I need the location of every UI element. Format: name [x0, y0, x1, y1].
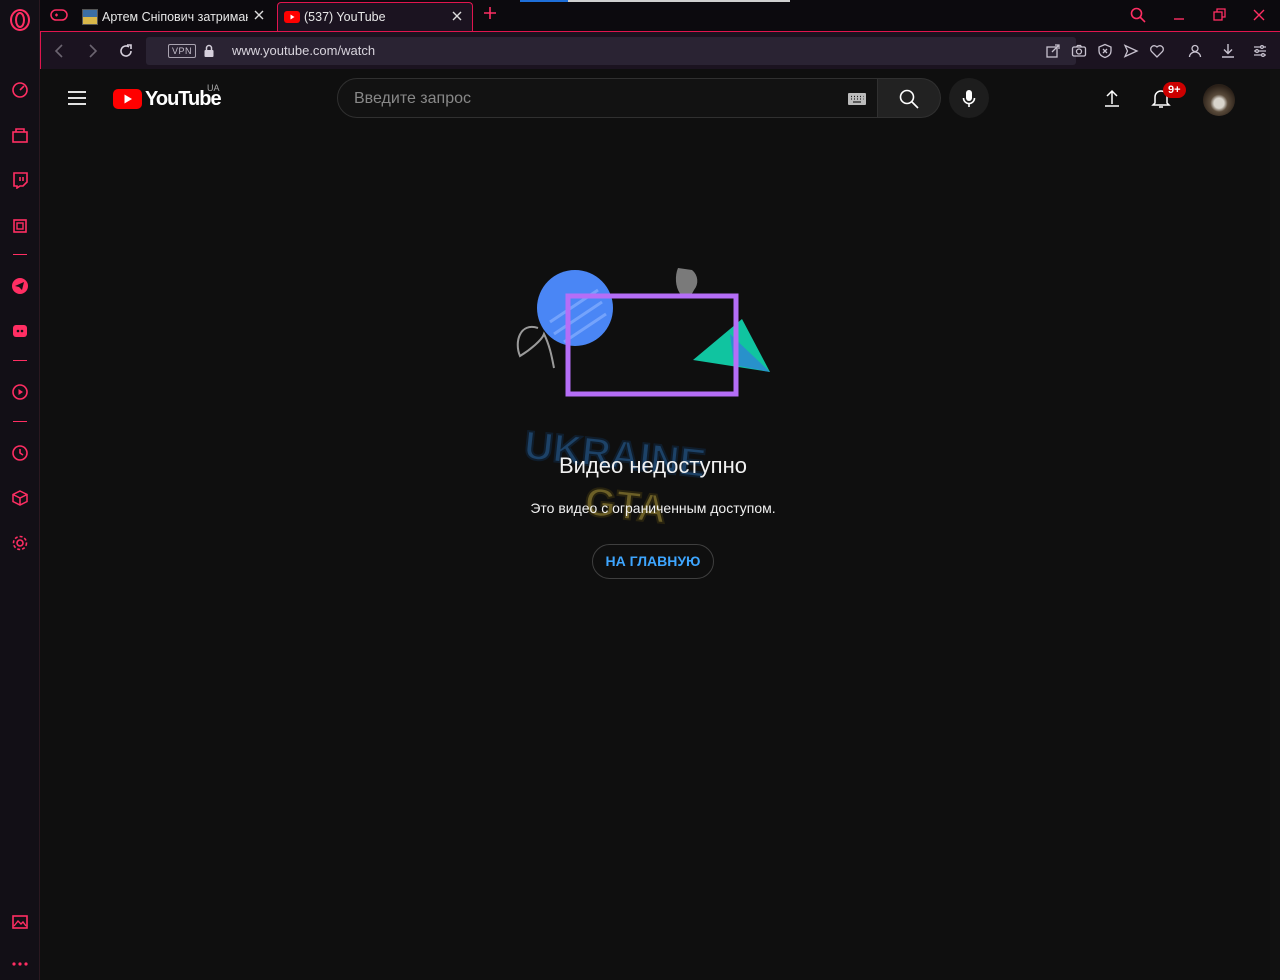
bookmark-heart-icon[interactable]	[1149, 43, 1165, 59]
upload-icon[interactable]	[1100, 86, 1124, 110]
notification-badge: 9+	[1163, 82, 1186, 98]
grey-shape	[675, 268, 698, 297]
error-title: Видео недоступно	[559, 453, 747, 478]
adblock-icon[interactable]	[1097, 43, 1113, 59]
history-icon[interactable]	[8, 441, 32, 465]
search-tabs-icon[interactable]	[1129, 6, 1149, 24]
tab-title: Артем Сніпович затриман	[102, 9, 248, 24]
twitch-icon[interactable]	[8, 168, 32, 192]
guide-menu-icon[interactable]	[65, 86, 89, 110]
extensions-icon[interactable]	[8, 486, 32, 510]
site-favicon-icon	[82, 8, 98, 25]
unavailable-illustration	[516, 268, 770, 397]
wallpaper-icon[interactable]	[8, 910, 32, 934]
gx-store-icon[interactable]	[8, 123, 32, 147]
youtube-favicon-icon	[284, 11, 300, 23]
speed-dial-icon[interactable]	[8, 78, 32, 102]
tab-strip: Артем Сніпович затриман (537) YouTube	[40, 0, 1280, 31]
go-home-button[interactable]: НА ГЛАВНУЮ	[592, 544, 714, 579]
keyboard-icon[interactable]	[847, 92, 867, 106]
forward-icon[interactable]	[83, 42, 101, 60]
close-tab-icon[interactable]	[252, 8, 266, 22]
snapshot-icon[interactable]	[1071, 43, 1087, 59]
error-message: Это видео с ограниченным доступом.	[530, 500, 776, 516]
minimize-icon[interactable]	[1170, 6, 1190, 24]
search-input[interactable]: Введите запрос	[337, 78, 878, 118]
new-tab-button[interactable]	[482, 5, 498, 21]
discord-icon[interactable]	[8, 319, 32, 343]
downloads-icon[interactable]	[1219, 42, 1237, 60]
tab-loading-indicator	[520, 0, 568, 2]
address-bar-row: VPN www.youtube.com/watch	[40, 31, 1280, 69]
share-icon[interactable]	[1045, 43, 1061, 59]
tab-loading-indicator	[568, 0, 790, 2]
url-text[interactable]: www.youtube.com/watch	[232, 43, 375, 58]
close-window-icon[interactable]	[1250, 6, 1270, 24]
settings-gear-icon[interactable]	[8, 531, 32, 555]
browser-sidebar	[0, 0, 40, 980]
profile-icon[interactable]	[1186, 42, 1204, 60]
microphone-icon	[962, 90, 976, 107]
blue-planet-shape	[537, 270, 613, 346]
ukraine-gta-watermark: UKRAINE GTA	[521, 425, 709, 533]
sidebar-separator	[13, 254, 27, 255]
screen: Артем Сніпович затриман (537) YouTube VP…	[0, 0, 1280, 980]
gamepad-icon[interactable]	[50, 8, 68, 22]
lock-icon[interactable]	[203, 44, 215, 58]
vpn-badge[interactable]: VPN	[168, 44, 197, 58]
more-icon[interactable]	[8, 952, 32, 976]
reload-icon[interactable]	[117, 42, 135, 60]
telegram-icon[interactable]	[8, 274, 32, 298]
close-tab-icon[interactable]	[450, 9, 464, 23]
scrollbar[interactable]	[1270, 70, 1280, 980]
send-icon[interactable]	[1123, 43, 1139, 59]
youtube-header: YouTube UA Введите запрос 9+	[41, 70, 1270, 126]
youtube-logo[interactable]: YouTube UA	[113, 83, 222, 111]
country-code: UA	[207, 83, 220, 93]
tab-news[interactable]: Артем Сніпович затриман	[82, 2, 274, 31]
search-placeholder: Введите запрос	[354, 90, 471, 107]
tab-title: (537) YouTube	[304, 10, 386, 24]
search-button[interactable]	[878, 78, 941, 118]
gx-control-icon[interactable]	[8, 214, 32, 238]
tab-youtube[interactable]: (537) YouTube	[277, 2, 473, 31]
search-icon	[899, 89, 919, 109]
opera-logo-icon[interactable]	[8, 8, 32, 32]
sidebar-separator	[13, 421, 27, 422]
sidebar-separator	[13, 360, 27, 361]
youtube-play-logo-icon	[113, 89, 142, 109]
voice-search-button[interactable]	[949, 78, 989, 118]
restore-icon[interactable]	[1210, 6, 1230, 24]
easy-setup-icon[interactable]	[1251, 42, 1269, 60]
back-icon[interactable]	[51, 42, 69, 60]
account-avatar[interactable]	[1203, 84, 1235, 116]
player-icon[interactable]	[8, 380, 32, 404]
address-field[interactable]: VPN www.youtube.com/watch	[146, 37, 1164, 65]
